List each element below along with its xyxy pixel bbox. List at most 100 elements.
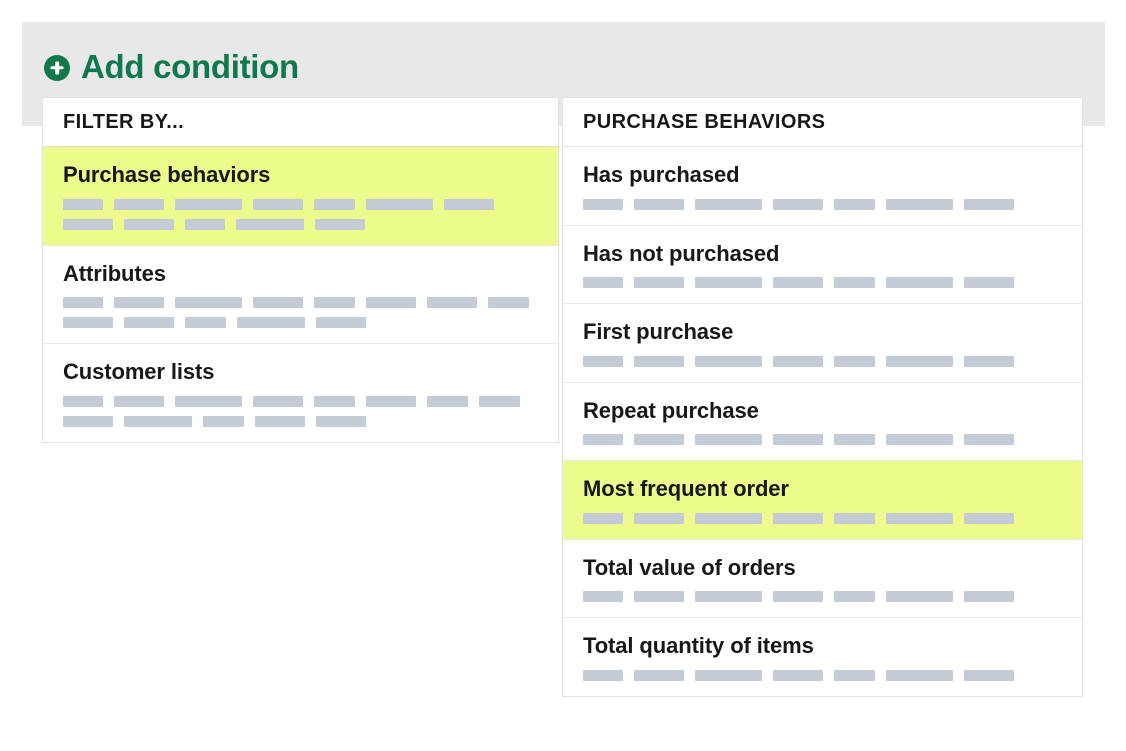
placeholder-bar: [114, 395, 164, 407]
purchase-behavior-item-label: Has not purchased: [583, 240, 780, 266]
placeholder-bar: [886, 669, 953, 681]
placeholder-text-bars: [583, 512, 1064, 524]
purchase-behavior-list: Has purchased Has not purchased First purc…: [563, 147, 1082, 696]
placeholder-bar: [314, 297, 355, 308]
placeholder-bar: [583, 591, 623, 602]
placeholder-bar: [185, 218, 225, 230]
placeholder-bar: [964, 591, 1014, 602]
placeholder-bar: [114, 198, 164, 210]
placeholder-bar: [634, 669, 684, 681]
placeholder-text-bars: [63, 198, 540, 230]
placeholder-bar: [255, 415, 305, 427]
purchase-behavior-item[interactable]: Has purchased: [563, 147, 1082, 226]
placeholder-bar: [63, 415, 113, 427]
placeholder-bar: [834, 277, 875, 288]
placeholder-bar: [834, 669, 875, 681]
placeholder-bar: [773, 198, 823, 210]
placeholder-bar: [237, 317, 305, 328]
placeholder-bar: [63, 297, 103, 308]
placeholder-bar: [203, 415, 244, 427]
placeholder-bar: [886, 277, 953, 288]
placeholder-bar: [124, 218, 174, 230]
placeholder-bar: [63, 317, 113, 328]
placeholder-bar: [773, 434, 823, 445]
placeholder-bar: [695, 512, 762, 524]
placeholder-text-bars: [583, 355, 1064, 367]
purchase-behavior-item[interactable]: Total quantity of items: [563, 618, 1082, 696]
placeholder-bar: [964, 277, 1014, 288]
filter-category-item[interactable]: Attributes: [43, 245, 558, 344]
placeholder-bar: [63, 395, 103, 407]
placeholder-bar: [316, 317, 366, 328]
placeholder-bar: [695, 591, 762, 602]
placeholder-bar: [773, 669, 823, 681]
placeholder-bar: [175, 297, 242, 308]
purchase-behavior-item-label: First purchase: [583, 319, 734, 344]
placeholder-bar: [583, 198, 623, 210]
placeholder-bar: [236, 218, 304, 230]
placeholder-bar: [773, 591, 823, 602]
purchase-behavior-item[interactable]: Total value of orders: [563, 539, 1082, 618]
placeholder-bar: [695, 277, 762, 288]
placeholder-bar: [886, 591, 953, 602]
placeholder-bar: [315, 218, 365, 230]
purchase-behavior-item[interactable]: First purchase: [563, 304, 1082, 383]
placeholder-bar: [124, 415, 192, 427]
placeholder-bar: [886, 512, 953, 524]
placeholder-bar: [886, 198, 953, 210]
placeholder-text-bars: [583, 669, 1064, 681]
placeholder-bar: [964, 512, 1014, 524]
placeholder-bar: [634, 512, 684, 524]
purchase-behavior-item-label: Most frequent order: [583, 476, 789, 501]
placeholder-bar: [634, 198, 684, 210]
placeholder-bar: [834, 434, 875, 445]
placeholder-bar: [314, 198, 355, 210]
purchase-behavior-item[interactable]: Has not purchased: [563, 225, 1082, 304]
placeholder-bar: [695, 669, 762, 681]
placeholder-bar: [886, 434, 953, 445]
placeholder-bar: [964, 198, 1014, 210]
placeholder-bar: [834, 198, 875, 210]
filter-category-list: Purchase behaviors Attributes Customer lis…: [43, 147, 558, 442]
purchase-behaviors-panel-header: PURCHASE BEHAVIORS: [563, 98, 1082, 147]
purchase-behavior-item[interactable]: Most frequent order: [563, 461, 1082, 540]
placeholder-bar: [185, 317, 226, 328]
placeholder-bar: [488, 297, 529, 308]
placeholder-bar: [253, 395, 303, 407]
placeholder-bar: [427, 297, 477, 308]
placeholder-bar: [427, 395, 468, 407]
purchase-behavior-item-label: Has purchased: [583, 162, 740, 187]
placeholder-bar: [366, 198, 433, 210]
placeholder-bar: [63, 218, 113, 230]
placeholder-text-bars: [63, 297, 540, 328]
placeholder-bar: [314, 395, 355, 407]
purchase-behavior-item[interactable]: Repeat purchase: [563, 382, 1082, 461]
placeholder-bar: [695, 434, 762, 445]
placeholder-bar: [695, 355, 762, 367]
placeholder-bar: [366, 297, 416, 308]
add-condition-header[interactable]: Add condition: [44, 42, 299, 90]
placeholder-bar: [773, 355, 823, 367]
filter-by-panel-header-label: FILTER BY...: [63, 111, 185, 133]
page-title: Add condition: [81, 47, 299, 85]
filter-category-item[interactable]: Customer lists: [43, 344, 558, 442]
placeholder-bar: [964, 355, 1014, 367]
plus-circle-icon: [44, 54, 70, 81]
placeholder-bar: [964, 434, 1014, 445]
placeholder-bar: [634, 591, 684, 602]
placeholder-bar: [253, 198, 303, 210]
placeholder-bar: [583, 669, 623, 681]
placeholder-text-bars: [583, 277, 1064, 288]
placeholder-bar: [444, 198, 494, 210]
placeholder-text-bars: [583, 434, 1064, 445]
placeholder-bar: [695, 198, 762, 210]
filter-category-item[interactable]: Purchase behaviors: [43, 147, 558, 246]
placeholder-bar: [253, 297, 303, 308]
placeholder-bar: [834, 355, 875, 367]
placeholder-bar: [773, 277, 823, 288]
filter-category-item-label: Attributes: [63, 260, 166, 286]
placeholder-bar: [834, 512, 875, 524]
placeholder-bar: [114, 297, 164, 308]
purchase-behavior-item-label: Total quantity of items: [583, 633, 814, 658]
purchase-behaviors-panel: PURCHASE BEHAVIORS Has purchased Has not …: [562, 97, 1083, 697]
